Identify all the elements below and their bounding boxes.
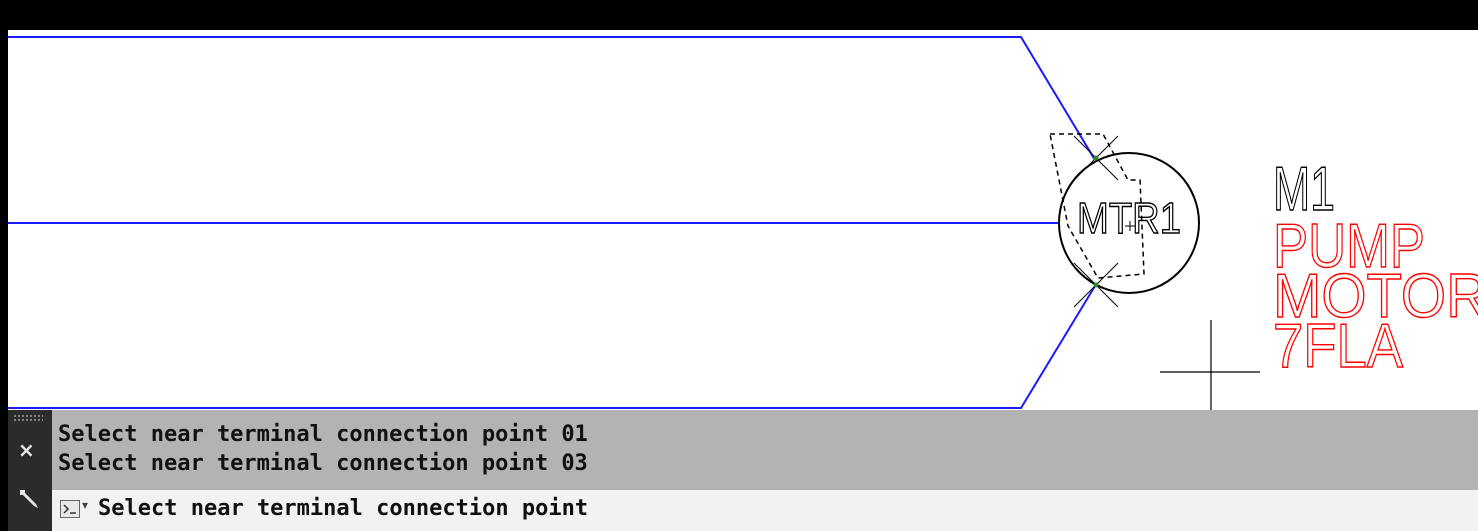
command-prompt-row[interactable]: ▾ Select near terminal connection point [52, 490, 1478, 531]
wrench-icon[interactable] [16, 486, 42, 512]
command-prompt-text[interactable]: Select near terminal connection point [98, 496, 588, 522]
history-line: Select near terminal connection point 03 [58, 451, 588, 476]
terminal-marker-bottom-icon[interactable] [1073, 262, 1119, 308]
crosshair-cursor-icon [1160, 320, 1260, 410]
command-history: Select near terminal connection point 01… [52, 410, 1478, 490]
chevron-down-icon[interactable]: ▾ [82, 498, 88, 512]
terminal-marker-top-icon[interactable] [1073, 135, 1119, 181]
grip-icon[interactable] [13, 414, 43, 422]
wire-bottom[interactable] [8, 285, 1096, 409]
history-line: Select near terminal connection point 01 [58, 422, 588, 447]
left-gutter [0, 30, 8, 531]
command-prompt-icon[interactable] [60, 500, 80, 518]
wire-top[interactable] [8, 36, 1096, 161]
close-icon[interactable]: × [18, 440, 35, 460]
drawing-svg[interactable]: MTR1 M1 PUMP MOTOR 7FLA [8, 30, 1478, 410]
label-desc-3: 7FLA [1273, 312, 1404, 381]
autocad-window: MTR1 M1 PUMP MOTOR 7FLA × Select near te… [0, 0, 1478, 531]
top-strip [0, 0, 1478, 30]
drawing-canvas[interactable]: MTR1 M1 PUMP MOTOR 7FLA [8, 30, 1478, 410]
component-tag: MTR1 [1077, 194, 1181, 243]
command-line-panel: × Select near terminal connection point … [8, 410, 1478, 531]
command-line-toolbar: × [8, 410, 52, 531]
